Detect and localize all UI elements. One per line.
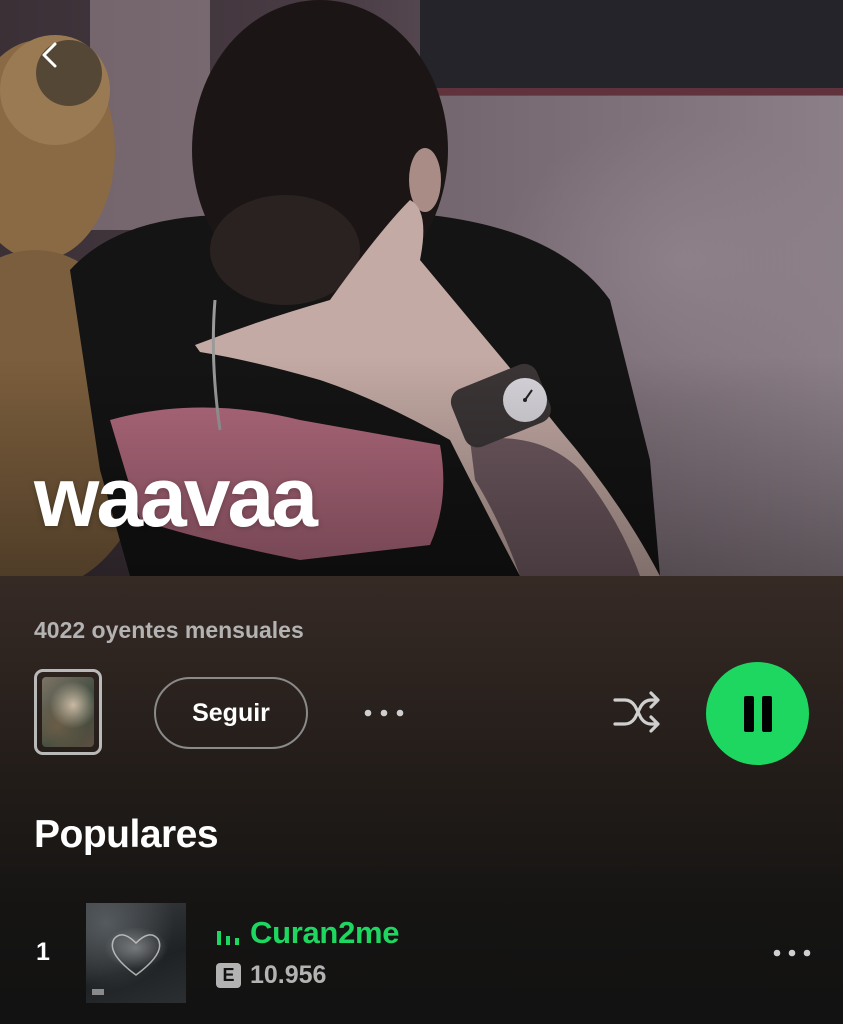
artist-pick-thumbnail[interactable]: [34, 669, 102, 755]
explicit-badge: E: [216, 963, 241, 988]
artist-name: waavaa: [34, 450, 318, 544]
monthly-listeners: 4022 oyentes mensuales: [34, 617, 304, 643]
chevron-left-icon: [42, 42, 57, 68]
now-playing-equalizer-icon: [217, 931, 239, 945]
popular-section-title: Populares: [34, 813, 219, 856]
track-play-count: 10.956: [250, 961, 327, 989]
track-cover-art: [86, 903, 186, 1003]
more-horizontal-icon: [364, 709, 404, 717]
more-options-button[interactable]: [358, 696, 410, 730]
track-meta: E 10.956: [216, 961, 326, 990]
back-button[interactable]: [36, 40, 102, 106]
track-row[interactable]: 1 Curan2me E 10.956: [0, 895, 843, 1010]
follow-button[interactable]: Seguir: [154, 677, 308, 749]
cover-artwork: [92, 934, 161, 995]
shuffle-button[interactable]: [607, 686, 667, 738]
more-horizontal-icon: [773, 949, 811, 957]
track-more-options-button[interactable]: [768, 939, 816, 967]
play-pause-button[interactable]: [706, 662, 809, 765]
track-title: Curan2me: [250, 915, 400, 950]
artist-page: waavaa 4022 oyentes mensuales Seguir Pop…: [0, 0, 843, 1024]
thumbnail-image: [42, 677, 94, 747]
track-title-group: Curan2me: [216, 915, 400, 951]
pause-icon: [743, 695, 772, 732]
track-index: 1: [36, 938, 50, 966]
artist-header-image: waavaa: [0, 0, 843, 576]
shuffle-icon: [613, 691, 660, 733]
